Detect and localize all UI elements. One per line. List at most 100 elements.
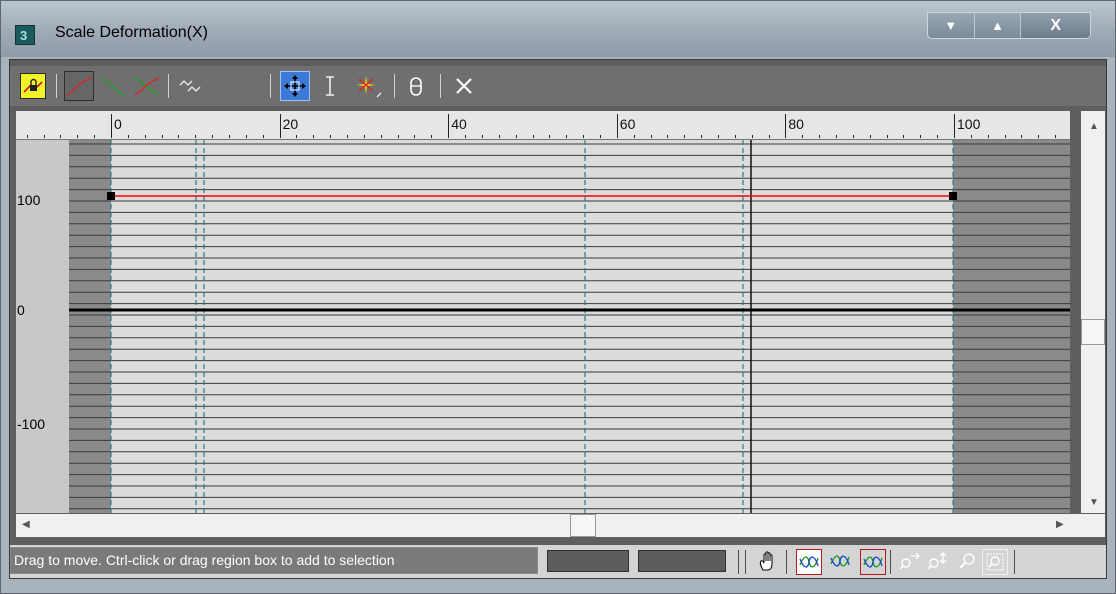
horizontal-scroll-thumb[interactable] <box>570 514 596 537</box>
zoom-region-icon <box>986 553 1004 571</box>
ruler-tick <box>195 135 197 138</box>
ruler-tick <box>903 135 905 138</box>
value-field[interactable] <box>638 550 726 572</box>
title-bar[interactable]: 3 Scale Deformation(X) ▼ ▲ X <box>1 1 1115 57</box>
vertical-scrollbar[interactable]: ▲ ▼ <box>1081 111 1105 513</box>
ruler-tick <box>229 135 231 138</box>
zoom-extents-icon <box>799 556 819 568</box>
reset-curve-button[interactable] <box>450 71 478 101</box>
maximize-icon: ▲ <box>991 18 1005 33</box>
insert-corner-point-button[interactable] <box>350 71 384 101</box>
lock-aspect-button[interactable] <box>20 73 46 99</box>
scale-control-point-button[interactable] <box>316 71 344 101</box>
ruler-label: 60 <box>619 116 636 132</box>
ruler-tick <box>566 135 568 138</box>
horizontal-scrollbar[interactable]: ◀ ▶ <box>16 514 1070 537</box>
pan-button[interactable] <box>756 549 780 573</box>
lock-icon <box>23 78 43 93</box>
ruler-tick <box>26 135 28 138</box>
ruler-label: 100 <box>957 116 981 132</box>
ruler-tick <box>431 135 433 138</box>
deformation-graph[interactable] <box>69 140 1070 513</box>
scrollbar-corner <box>1070 514 1105 537</box>
move-icon <box>284 75 306 97</box>
ruler-tick <box>414 135 416 138</box>
ruler-tick <box>970 135 972 138</box>
ruler-tick <box>178 135 180 138</box>
ruler-tick <box>869 135 871 138</box>
control-point-end[interactable] <box>949 192 957 200</box>
ruler-tick <box>684 135 686 138</box>
ruler-tick <box>465 135 467 138</box>
status-bar: Drag to move. Ctrl-click or drag region … <box>10 545 1106 578</box>
move-control-point-button[interactable] <box>280 71 310 101</box>
status-separator <box>738 550 739 574</box>
app-icon: 3 <box>15 25 35 45</box>
frame-field[interactable] <box>547 550 629 572</box>
scroll-left-icon[interactable]: ◀ <box>22 519 30 530</box>
insert-point-icon <box>356 75 382 98</box>
graph-canvas[interactable] <box>69 140 1070 513</box>
toolbar <box>10 66 1106 106</box>
display-x-axis-button[interactable] <box>64 71 94 101</box>
zoom-horizontal-extents-button[interactable] <box>828 549 852 573</box>
ruler-tick <box>77 135 79 138</box>
ruler-tick <box>717 135 719 138</box>
ruler-tick <box>380 135 382 138</box>
red-green-curve-icon <box>134 77 160 96</box>
ruler-tick <box>835 135 837 138</box>
close-button[interactable]: X <box>1021 13 1090 38</box>
toolbar-separator <box>394 74 395 98</box>
scroll-up-icon[interactable]: ▲ <box>1089 121 1099 132</box>
display-y-axis-button[interactable] <box>98 71 128 101</box>
delete-control-point-button[interactable] <box>402 71 430 101</box>
ruler-tick <box>60 135 62 138</box>
ruler-tick <box>397 135 399 138</box>
zoom-extents-button[interactable] <box>796 549 822 575</box>
ruler-tick <box>498 135 500 138</box>
ruler-major-tick <box>954 114 955 138</box>
ruler-tick <box>852 135 854 138</box>
ruler-tick <box>937 135 939 138</box>
ruler-label: 20 <box>282 116 299 132</box>
ruler-tick <box>94 135 96 138</box>
ruler-major-tick <box>448 114 450 138</box>
status-separator <box>745 550 746 574</box>
zoom-horizontal-button[interactable] <box>898 549 922 573</box>
window-title: Scale Deformation(X) <box>55 24 208 41</box>
ruler-tick <box>886 135 888 138</box>
minimize-button[interactable]: ▼ <box>928 13 975 38</box>
zoom-button[interactable] <box>956 549 980 573</box>
ruler-tick <box>549 135 551 138</box>
ruler-tick <box>633 135 635 138</box>
zoom-vertical-extents-icon <box>863 556 883 568</box>
control-point-start[interactable] <box>107 192 115 200</box>
scroll-down-icon[interactable]: ▼ <box>1089 497 1099 508</box>
ruler-tick <box>1055 135 1057 138</box>
reset-x-icon <box>456 78 472 94</box>
ruler-tick <box>819 135 821 138</box>
ruler-tick <box>701 135 703 138</box>
ruler-tick <box>768 135 770 138</box>
status-separator <box>1014 550 1015 574</box>
ruler-tick <box>43 135 45 138</box>
vertical-scroll-thumb[interactable] <box>1081 319 1105 345</box>
ruler-tick <box>920 135 922 138</box>
zoom-vertical-button[interactable] <box>926 549 950 573</box>
ruler-tick <box>1021 135 1023 138</box>
display-xy-axes-button[interactable] <box>132 71 162 101</box>
status-separator <box>890 550 891 574</box>
ruler-major-tick <box>111 114 112 138</box>
maximize-button[interactable]: ▲ <box>974 13 1022 38</box>
swap-curves-button[interactable] <box>176 71 206 101</box>
vertical-axis: 100 0 -100 <box>16 140 69 513</box>
ruler-tick <box>599 135 601 138</box>
scroll-right-icon[interactable]: ▶ <box>1056 519 1064 530</box>
zoom-vertical-extents-button[interactable] <box>860 549 886 575</box>
ruler-major-tick <box>279 114 281 138</box>
zoom-region-button[interactable] <box>982 549 1008 575</box>
ruler-tick <box>734 135 736 138</box>
swap-curves-icon <box>179 80 201 92</box>
ruler-tick <box>144 135 146 138</box>
toolbar-separator <box>56 74 57 98</box>
